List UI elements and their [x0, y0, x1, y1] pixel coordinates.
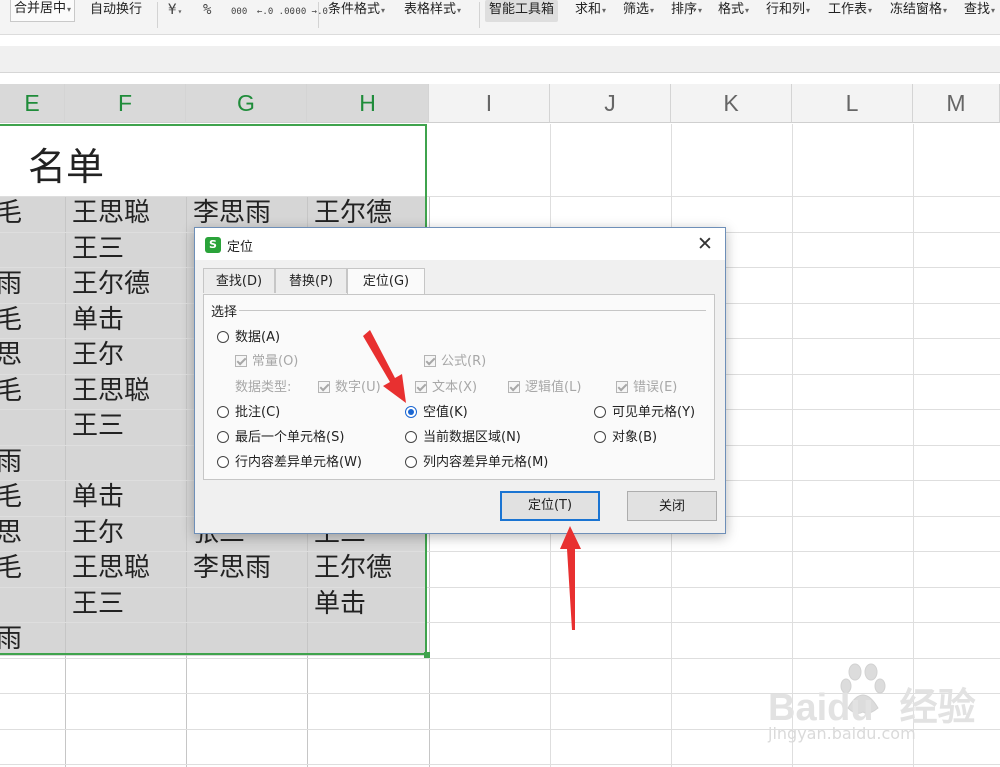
- arrow-to-goto-button: [560, 526, 581, 630]
- watermark-url: jingyan.baidu.com: [768, 724, 916, 743]
- arrow-to-blank-option: [363, 330, 406, 403]
- annotation-arrows: [363, 330, 581, 630]
- watermark-brand-en: Baidu: [768, 687, 874, 729]
- watermark-brand: Baidu 经验: [768, 676, 976, 731]
- watermark-brand-cn: 经验: [899, 687, 976, 729]
